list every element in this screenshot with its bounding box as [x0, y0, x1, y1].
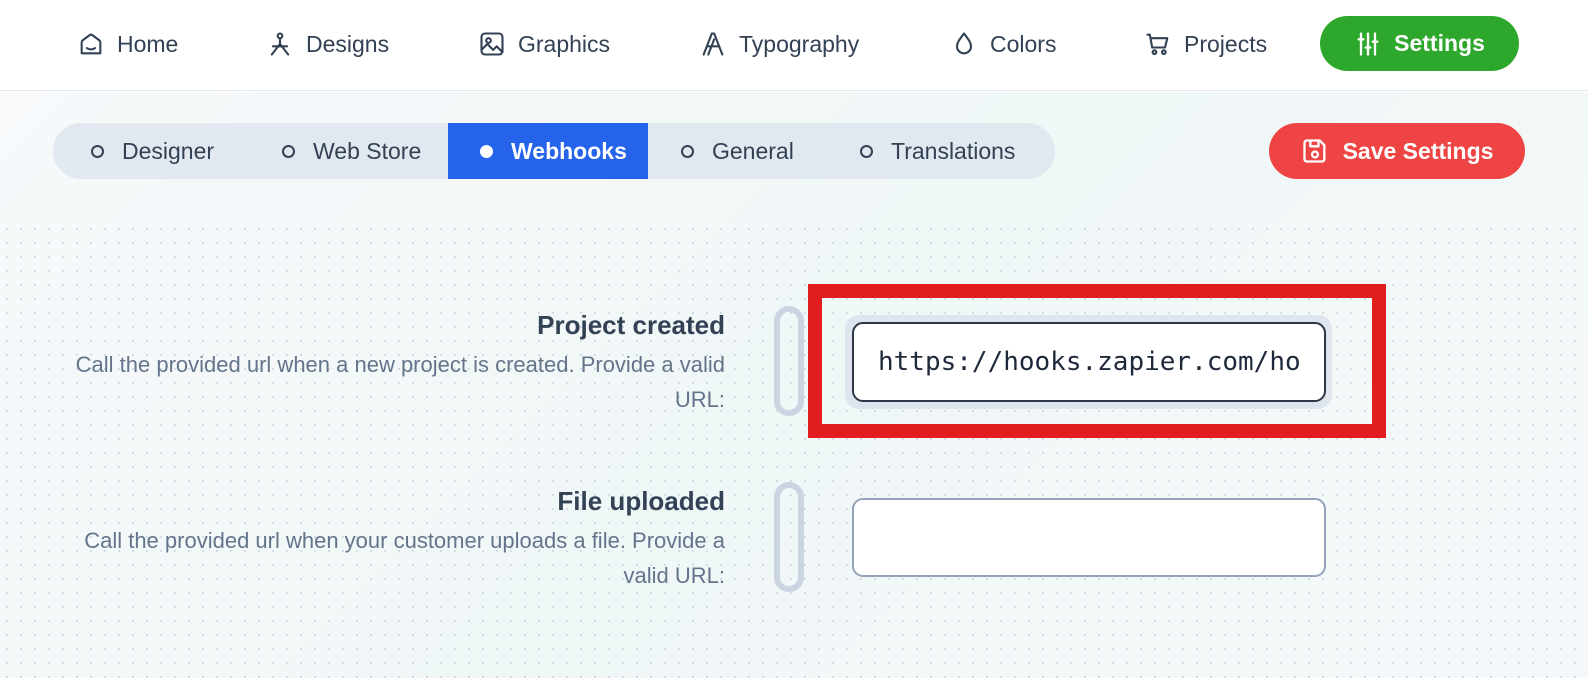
pen-tool-icon — [270, 32, 290, 56]
nav-label: Projects — [1184, 30, 1268, 57]
nav-label: Typography — [739, 30, 860, 57]
nav-label: Home — [117, 30, 179, 57]
nav-label: Graphics — [518, 30, 611, 57]
tab-general[interactable]: General — [648, 123, 828, 179]
webhook-title-file-uploaded: File uploaded — [557, 486, 725, 516]
dot-pattern-background — [0, 222, 1588, 678]
home-icon — [80, 33, 102, 55]
tab-web-store[interactable]: Web Store — [248, 123, 448, 179]
tab-label: Designer — [122, 137, 215, 164]
nav-label: Colors — [990, 30, 1057, 57]
nav-settings-label: Settings — [1394, 30, 1485, 56]
nav-item-designs[interactable]: Designs — [266, 22, 389, 66]
file-uploaded-url-input[interactable] — [852, 498, 1326, 577]
settings-tabs: Designer Web Store Webhooks General Tran… — [53, 123, 1055, 179]
save-button-label: Save Settings — [1342, 137, 1494, 164]
tab-label: General — [712, 137, 794, 164]
cart-icon — [1146, 33, 1169, 56]
tab-label: Translations — [891, 137, 1016, 164]
radio-dot-icon — [91, 144, 104, 158]
top-navigation: Home Designs Graphics Typography Colors … — [0, 0, 1588, 91]
save-settings-button[interactable]: Save Settings — [1269, 123, 1525, 179]
radio-dot-icon — [282, 144, 295, 158]
nav-item-colors[interactable]: Colors — [950, 22, 1056, 66]
sliders-icon — [1357, 31, 1379, 56]
tab-label: Webhooks — [511, 137, 627, 164]
tab-label: Web Store — [313, 137, 422, 164]
radio-dot-icon — [860, 144, 873, 158]
tab-webhooks[interactable]: Webhooks — [448, 123, 648, 179]
floppy-disk-icon — [1302, 139, 1326, 163]
project-created-toggle[interactable] — [774, 306, 804, 416]
tab-translations[interactable]: Translations — [828, 123, 1055, 179]
typography-icon — [702, 32, 724, 56]
webhook-title-project-created: Project created — [537, 310, 725, 340]
webhook-description-project-created: Call the provided url when a new project… — [75, 352, 725, 412]
nav-item-graphics[interactable]: Graphics — [478, 22, 610, 66]
tab-designer[interactable]: Designer — [53, 123, 248, 179]
nav-item-projects[interactable]: Projects — [1144, 22, 1267, 66]
nav-label: Designs — [306, 30, 390, 57]
webhook-description-file-uploaded: Call the provided url when your customer… — [84, 528, 725, 588]
file-uploaded-toggle[interactable] — [774, 482, 804, 592]
image-icon — [480, 32, 504, 56]
project-created-url-input[interactable] — [852, 322, 1326, 402]
radio-dot-icon — [480, 144, 493, 158]
nav-item-home[interactable]: Home — [77, 22, 178, 66]
radio-dot-icon — [681, 144, 694, 158]
droplet-icon — [955, 32, 973, 55]
nav-item-typography[interactable]: Typography — [699, 22, 859, 66]
nav-item-settings[interactable]: Settings — [1320, 16, 1519, 71]
